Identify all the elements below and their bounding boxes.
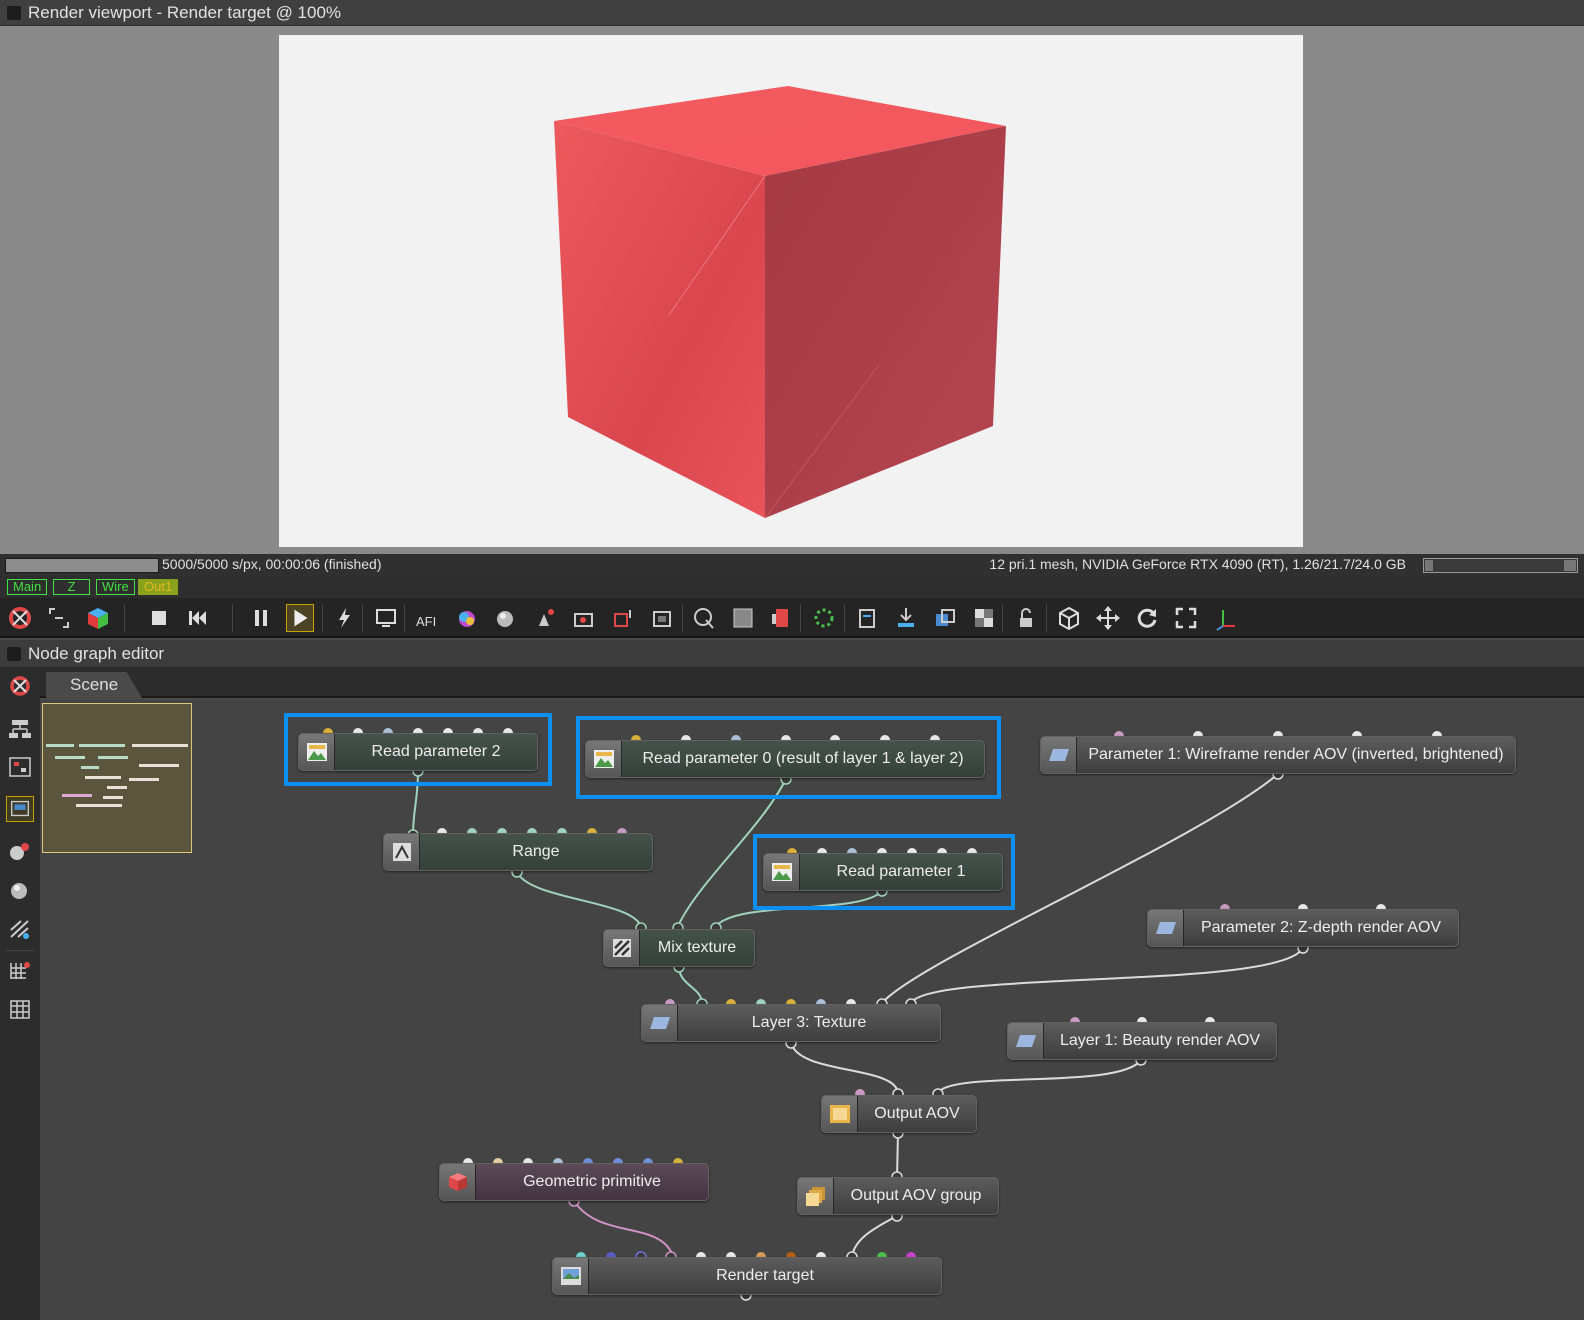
texture-node-icon[interactable]	[6, 916, 34, 942]
tab-z[interactable]: Z	[53, 579, 90, 595]
color-wheel-icon[interactable]	[453, 604, 481, 632]
node-mix-texture[interactable]: Mix texture	[603, 929, 755, 967]
reload-icon[interactable]	[6, 673, 34, 699]
pick-focus-icon[interactable]	[690, 604, 718, 632]
viewport-mode-tabs: Main Z Wire Out1	[0, 576, 1584, 598]
viewport-toolbar: AFI	[0, 598, 1584, 638]
pause-icon[interactable]	[247, 604, 275, 632]
lightning-icon[interactable]	[330, 604, 358, 632]
lock-icon[interactable]	[1012, 604, 1040, 632]
render-status-bar: 5000/5000 s/px, 00:00:06 (finished) 12 p…	[0, 554, 1584, 576]
highlight-frame-read-parameter-2	[284, 713, 552, 786]
checker-icon[interactable]	[729, 604, 757, 632]
node-label: Layer 1: Beauty render AOV	[1059, 1032, 1261, 1049]
sphere-icon[interactable]	[492, 604, 520, 632]
layer-icon	[642, 1005, 678, 1041]
film-region-icon[interactable]	[648, 604, 676, 632]
output-aov-group-icon	[798, 1178, 834, 1214]
node-label: Parameter 2: Z-depth render AOV	[1200, 919, 1442, 936]
render-progress-bar	[5, 558, 159, 573]
grid-magnet-icon[interactable]	[6, 958, 34, 984]
node-graph-editor-title: Node graph editor	[28, 644, 165, 663]
svg-text:AFI: AFI	[416, 614, 436, 629]
render-progress-text: 5000/5000 s/px, 00:00:06 (finished)	[162, 556, 382, 572]
node-geometric-primitive[interactable]: Geometric primitive	[439, 1163, 709, 1201]
highlight-frame-read-parameter-1	[753, 834, 1015, 910]
move-icon[interactable]	[1094, 604, 1122, 632]
node-parameter-2[interactable]: Parameter 2: Z-depth render AOV	[1147, 909, 1459, 947]
highlight-frame-read-parameter-0	[576, 716, 1001, 799]
restart-icon[interactable]	[184, 604, 212, 632]
color-cube-icon[interactable]	[84, 604, 112, 632]
fit-view-icon[interactable]	[45, 604, 73, 632]
layer-icon	[1148, 910, 1184, 946]
reload-scene-icon[interactable]	[6, 604, 34, 632]
sphere-node-icon[interactable]	[6, 877, 34, 903]
graph-tree-icon[interactable]	[6, 754, 34, 780]
node-label: Layer 3: Texture	[751, 1014, 867, 1031]
alpha-icon[interactable]	[970, 604, 998, 632]
region-icon[interactable]	[609, 604, 637, 632]
grid-icon[interactable]	[6, 996, 34, 1022]
orbit-icon[interactable]	[1133, 604, 1161, 632]
start-render-icon[interactable]	[286, 604, 314, 632]
panel-menu-handle[interactable]	[7, 647, 21, 661]
graph-layout-icon[interactable]	[6, 716, 34, 742]
camera-icon[interactable]	[570, 604, 598, 632]
node-parameter-1[interactable]: Parameter 1: Wireframe render AOV (inver…	[1040, 736, 1516, 774]
clipboard-icon[interactable]	[853, 604, 881, 632]
node-output-aov-group[interactable]: Output AOV group	[797, 1177, 999, 1215]
node-label: Render target	[716, 1267, 814, 1284]
afi-icon[interactable]: AFI	[414, 604, 442, 632]
node-label: Range	[512, 843, 560, 860]
mix-texture-icon	[604, 930, 640, 966]
import-icon[interactable]	[892, 604, 920, 632]
cube-icon	[440, 1164, 476, 1200]
tab-out1[interactable]: Out1	[138, 579, 179, 595]
paint-icon[interactable]	[531, 604, 559, 632]
fullscreen-icon[interactable]	[1172, 604, 1200, 632]
node-label: Geometric primitive	[523, 1173, 661, 1190]
render-node-icon[interactable]	[6, 796, 34, 822]
tab-scene[interactable]: Scene	[46, 672, 142, 698]
node-label: Parameter 1: Wireframe render AOV (inver…	[1088, 746, 1504, 763]
window-title: Render viewport - Render target @ 100%	[28, 3, 342, 22]
gpu-info-text: 12 pri.1 mesh, NVIDIA GeForce RTX 4090 (…	[989, 556, 1406, 572]
memory-usage-bar	[1423, 558, 1578, 573]
spinner-icon[interactable]	[810, 604, 838, 632]
rendered-cube	[554, 86, 1006, 519]
layer-icon	[1008, 1023, 1044, 1059]
node-label: Output AOV	[874, 1105, 960, 1122]
range-icon	[384, 834, 420, 870]
render-target-icon	[553, 1258, 589, 1294]
wire-cube-icon[interactable]	[1055, 604, 1083, 632]
panel-menu-handle[interactable]	[7, 6, 21, 20]
monitor-icon[interactable]	[372, 604, 400, 632]
node-label: Mix texture	[657, 939, 737, 956]
node-render-target[interactable]: Render target	[552, 1257, 942, 1295]
axis-gizmo-icon[interactable]	[1211, 604, 1239, 632]
node-layer-3-texture[interactable]: Layer 3: Texture	[641, 1004, 941, 1042]
stop-icon[interactable]	[145, 604, 173, 632]
material-node-icon[interactable]	[6, 838, 34, 864]
render-viewport-titlebar: Render viewport - Render target @ 100%	[0, 0, 1584, 26]
render-canvas[interactable]	[279, 35, 1303, 547]
node-layer-1-beauty[interactable]: Layer 1: Beauty render AOV	[1007, 1022, 1277, 1060]
red-flag-icon[interactable]	[768, 604, 796, 632]
output-aov-icon	[822, 1096, 858, 1132]
layers-icon[interactable]	[931, 604, 959, 632]
node-output-aov[interactable]: Output AOV	[821, 1095, 977, 1133]
node-graph-editor-titlebar: Node graph editor	[0, 640, 1584, 668]
tab-main[interactable]: Main	[7, 579, 48, 595]
node-label: Output AOV group	[850, 1187, 982, 1204]
graph-minimap[interactable]	[42, 703, 192, 853]
graph-tab-bar: Scene	[40, 668, 1584, 698]
node-range[interactable]: Range	[383, 833, 653, 871]
layer-icon	[1041, 737, 1077, 773]
tab-wire[interactable]: Wire	[96, 579, 135, 595]
node-editor-sidebar	[0, 668, 40, 1320]
